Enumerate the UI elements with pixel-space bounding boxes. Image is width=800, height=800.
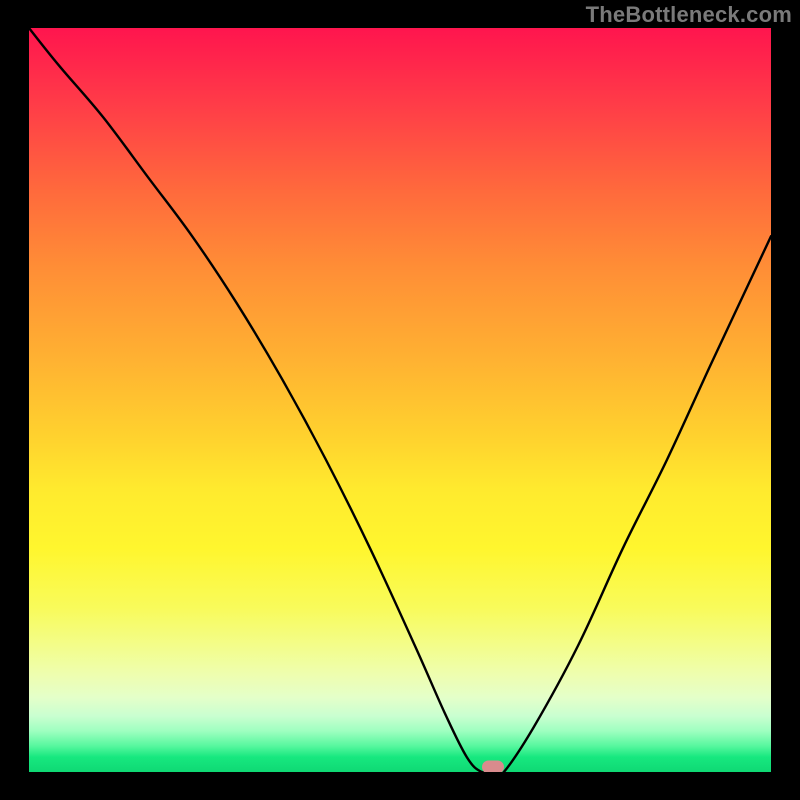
chart-container: TheBottleneck.com xyxy=(0,0,800,800)
watermark-text: TheBottleneck.com xyxy=(586,2,792,28)
plot-area xyxy=(29,28,771,772)
optimal-point-marker xyxy=(482,761,504,773)
bottleneck-curve xyxy=(29,28,771,772)
